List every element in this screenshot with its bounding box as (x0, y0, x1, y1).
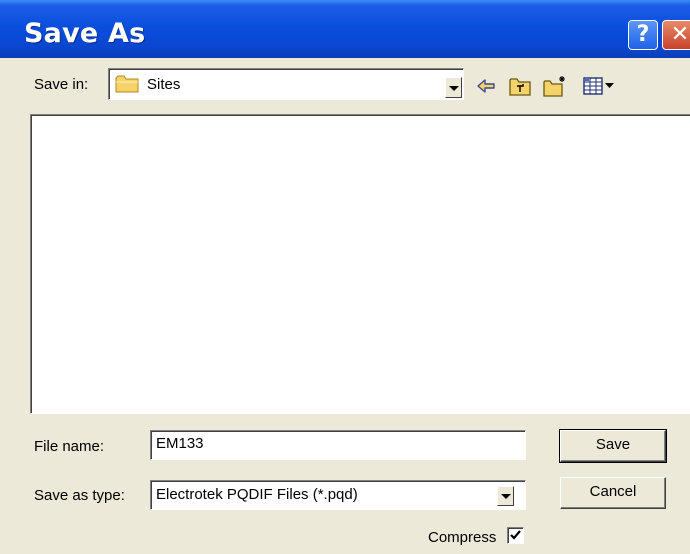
help-button[interactable]: ? (628, 20, 658, 50)
up-folder-icon[interactable] (508, 74, 532, 98)
file-name-input[interactable]: EM133 (150, 430, 526, 460)
cancel-button[interactable]: Cancel (560, 477, 666, 509)
save-as-type-dropdown-button[interactable] (497, 486, 514, 506)
close-button[interactable]: ✕ (662, 20, 690, 50)
checkmark-icon (510, 530, 521, 540)
save-in-value: Sites (147, 76, 181, 93)
chevron-down-icon (449, 86, 459, 91)
save-as-type-dropdown[interactable]: Electrotek PQDIF Files (*.pqd) (150, 480, 526, 510)
window-title: Save As (24, 18, 146, 49)
title-bar[interactable]: Save As ? ✕ (0, 0, 690, 58)
save-in-label: Save in: (34, 76, 89, 93)
save-in-dropdown-button[interactable] (445, 77, 462, 98)
file-list-area[interactable] (30, 114, 690, 414)
view-menu-icon[interactable] (582, 74, 616, 98)
new-folder-icon[interactable] (542, 74, 568, 98)
save-as-type-value: Electrotek PQDIF Files (*.pqd) (156, 486, 358, 503)
folder-icon (115, 75, 139, 93)
save-in-dropdown[interactable]: Sites (108, 68, 464, 100)
back-arrow-icon[interactable] (474, 74, 498, 98)
save-button[interactable]: Save (559, 429, 667, 463)
compress-checkbox[interactable] (507, 527, 524, 544)
file-name-label: File name: (34, 438, 105, 455)
chevron-down-icon (501, 494, 511, 499)
save-as-type-label: Save as type: (34, 487, 125, 504)
compress-label: Compress (428, 529, 497, 546)
